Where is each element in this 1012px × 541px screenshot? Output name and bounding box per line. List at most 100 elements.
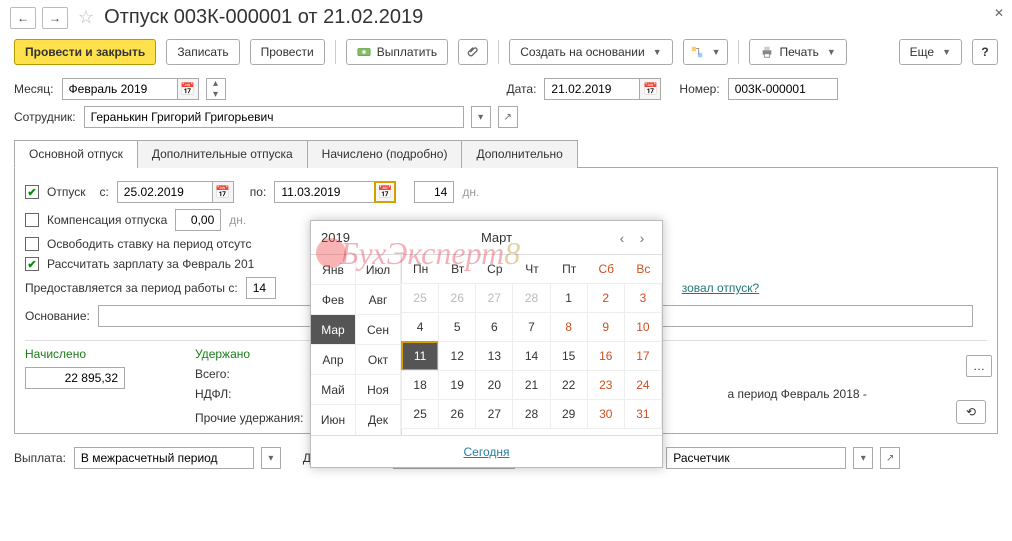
calendar-month-Авг[interactable]: Авг [356, 285, 401, 315]
calendar-day[interactable]: 6 [475, 312, 513, 342]
calendar-day[interactable]: 4 [401, 312, 439, 342]
post-button[interactable]: Провести [250, 39, 325, 65]
calendar-month-Июл[interactable]: Июл [356, 255, 401, 285]
calendar-day[interactable]: 25 [401, 399, 439, 429]
back-button[interactable]: ← [10, 7, 36, 29]
employee-field[interactable] [84, 106, 464, 128]
favorite-star-icon[interactable]: ☆ [78, 7, 94, 28]
post-and-close-button[interactable]: Провести и закрыть [14, 39, 156, 65]
calc-salary-checkbox[interactable] [25, 257, 39, 271]
tab-additional-vacations[interactable]: Дополнительные отпуска [137, 140, 308, 168]
tab-accrued-detail[interactable]: Начислено (подробно) [307, 140, 463, 168]
vacation-from-field[interactable] [117, 181, 212, 203]
approver-field[interactable] [666, 447, 846, 469]
used-vacation-link[interactable]: зовал отпуск? [682, 281, 759, 295]
calendar-day[interactable]: 9 [587, 312, 625, 342]
calendar-today[interactable]: Сегодня [464, 445, 510, 459]
vacation-days-field[interactable] [414, 181, 454, 203]
calendar-month-Фев[interactable]: Фев [311, 285, 356, 315]
period-from-field[interactable] [246, 277, 276, 299]
calendar-day[interactable]: 18 [401, 370, 439, 400]
calendar-month-Окт[interactable]: Окт [356, 345, 401, 375]
calendar-day[interactable]: 26 [438, 283, 476, 313]
approver-dropdown[interactable]: ▾ [853, 447, 873, 469]
calendar-day[interactable]: 8 [550, 312, 588, 342]
calendar-day[interactable]: 21 [512, 370, 550, 400]
more-button[interactable]: Еще▼ [899, 39, 962, 65]
calendar-day[interactable]: 27 [475, 283, 513, 313]
basis-more-button[interactable]: … [966, 355, 992, 377]
calendar-day[interactable]: 26 [438, 399, 476, 429]
employee-open[interactable]: ↗ [498, 106, 518, 128]
calendar-day[interactable]: 22 [550, 370, 588, 400]
vacation-to-calendar[interactable]: 📅 [374, 181, 396, 203]
month-spin-up[interactable]: ▴▾ [206, 78, 226, 100]
calendar-day[interactable]: 13 [475, 341, 513, 371]
calendar-day[interactable]: 12 [438, 341, 476, 371]
calendar-day[interactable]: 29 [550, 399, 588, 429]
calendar-day[interactable]: 7 [512, 312, 550, 342]
calendar-day[interactable]: 31 [624, 399, 662, 429]
calendar-day[interactable]: 25 [401, 283, 439, 313]
calendar-day[interactable]: 23 [587, 370, 625, 400]
employee-dropdown[interactable]: ▾ [471, 106, 491, 128]
accrued-value[interactable] [25, 367, 125, 389]
calendar-day[interactable]: 3 [624, 283, 662, 313]
calendar-day[interactable]: 5 [438, 312, 476, 342]
date-calendar-button[interactable]: 📅 [639, 78, 661, 100]
calendar-day[interactable]: 28 [512, 283, 550, 313]
compensation-checkbox[interactable] [25, 213, 39, 227]
compensation-field[interactable] [175, 209, 221, 231]
vacation-to-field[interactable] [274, 181, 374, 203]
tab-main-vacation[interactable]: Основной отпуск [14, 140, 138, 168]
calendar-month-Июн[interactable]: Июн [311, 405, 356, 435]
date-field[interactable] [544, 78, 639, 100]
create-based-button[interactable]: Создать на основании▼ [509, 39, 672, 65]
doc-link-button[interactable]: ▼ [683, 39, 728, 65]
calendar-day[interactable]: 2 [587, 283, 625, 313]
tab-extra[interactable]: Дополнительно [461, 140, 577, 168]
refresh-button[interactable]: ⟲ [956, 400, 986, 424]
calendar-next[interactable]: › [632, 230, 652, 246]
calendar-month-Ноя[interactable]: Ноя [356, 375, 401, 405]
calendar-day[interactable]: 19 [438, 370, 476, 400]
calendar-day[interactable]: 10 [624, 312, 662, 342]
month-field[interactable] [62, 78, 177, 100]
calendar-day[interactable]: 30 [587, 399, 625, 429]
calendar-prev[interactable]: ‹ [612, 230, 632, 246]
approver-open[interactable]: ↗ [880, 447, 900, 469]
release-checkbox[interactable] [25, 237, 39, 251]
vacation-checkbox[interactable] [25, 185, 39, 199]
print-button[interactable]: Печать▼ [749, 39, 847, 65]
payment-dropdown[interactable]: ▾ [261, 447, 281, 469]
calendar-day[interactable]: 24 [624, 370, 662, 400]
calendar-day[interactable]: 20 [475, 370, 513, 400]
calendar-day[interactable]: 11 [401, 341, 439, 371]
calendar-day[interactable]: 27 [475, 399, 513, 429]
calendar-month-Сен[interactable]: Сен [356, 315, 401, 345]
calendar-month-Май[interactable]: Май [311, 375, 356, 405]
attach-button[interactable] [458, 39, 488, 65]
calendar-year[interactable]: 2019 [321, 230, 381, 245]
vacation-from-calendar[interactable]: 📅 [212, 181, 234, 203]
pay-button[interactable]: Выплатить [346, 39, 449, 65]
close-icon[interactable]: ✕ [994, 6, 1004, 20]
calendar-day[interactable]: 1 [550, 283, 588, 313]
payment-label: Выплата: [14, 451, 66, 465]
calendar-day[interactable]: 15 [550, 341, 588, 371]
month-calendar-button[interactable]: 📅 [177, 78, 199, 100]
number-field[interactable] [728, 78, 838, 100]
calendar-day[interactable]: 28 [512, 399, 550, 429]
save-button[interactable]: Записать [166, 39, 239, 65]
calendar-month-Янв[interactable]: Янв [311, 255, 356, 285]
calendar-month-Дек[interactable]: Дек [356, 405, 401, 435]
calendar-month-Мар[interactable]: Мар [311, 315, 356, 345]
calendar-day[interactable]: 16 [587, 341, 625, 371]
payment-field[interactable] [74, 447, 254, 469]
calendar-month-Апр[interactable]: Апр [311, 345, 356, 375]
calendar-day[interactable]: 17 [624, 341, 662, 371]
money-icon [357, 45, 371, 59]
calendar-day[interactable]: 14 [512, 341, 550, 371]
forward-button[interactable]: → [42, 7, 68, 29]
help-button[interactable]: ? [972, 39, 998, 65]
